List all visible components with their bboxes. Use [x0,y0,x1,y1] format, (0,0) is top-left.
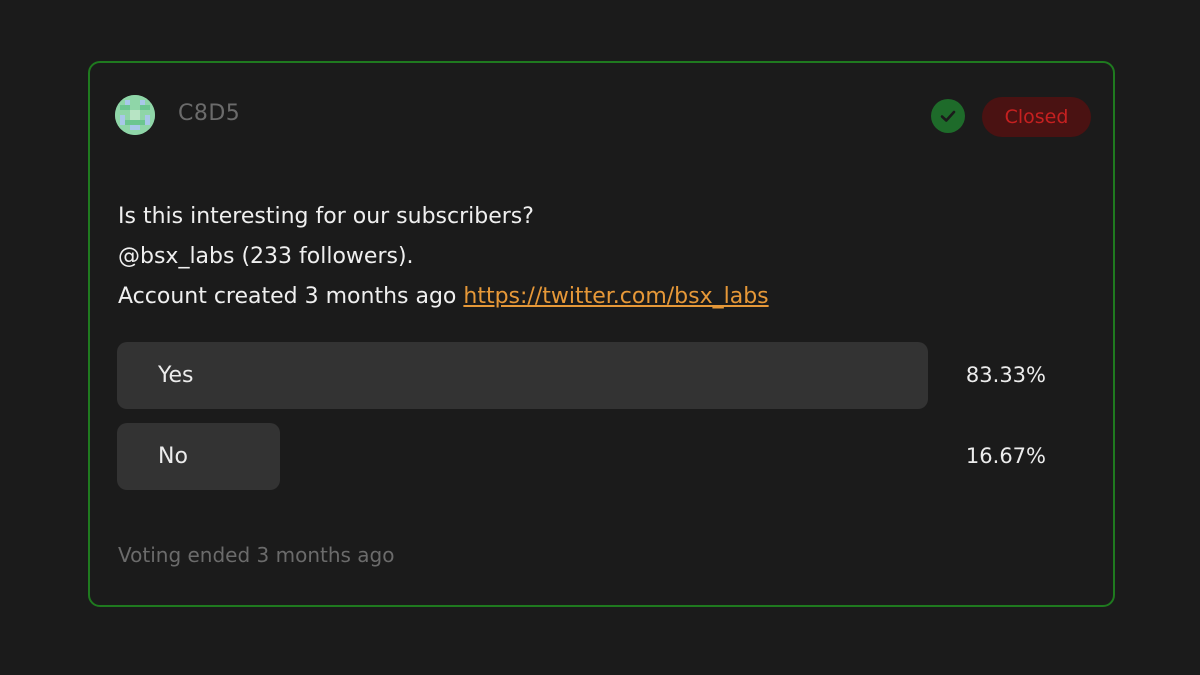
status-badge: Closed [982,97,1091,137]
option-percent: 16.67% [965,444,1046,468]
option-label: No [158,444,188,469]
question-line: @bsx_labs (233 followers). [118,244,414,269]
option-label: Yes [158,363,194,388]
author-name[interactable]: C8D5 [178,101,240,126]
question-line: Is this interesting for our subscribers? [118,204,534,229]
question-line-text: Account created 3 months ago [118,284,457,309]
check-circle-icon [931,99,965,133]
poll-card: C8D5 Closed Is this interesting for our … [88,61,1115,607]
twitter-link[interactable]: https://twitter.com/bsx_labs [463,284,768,309]
poll-option-yes[interactable]: Yes [117,342,928,409]
poll-question: Is this interesting for our subscribers?… [118,197,1018,317]
voting-status: Voting ended 3 months ago [118,543,395,567]
avatar[interactable] [115,95,155,135]
question-line: Account created 3 months ago https://twi… [118,277,1018,317]
option-percent: 83.33% [965,363,1046,387]
pixel-avatar-icon [115,95,155,135]
poll-option-no[interactable]: No [117,423,280,490]
